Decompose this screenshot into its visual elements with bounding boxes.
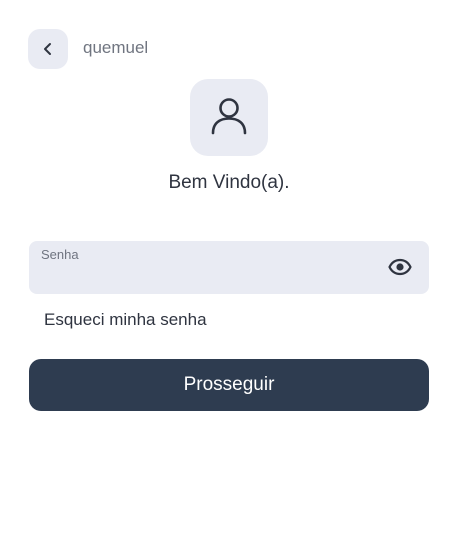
back-button[interactable] (28, 29, 68, 69)
username-label: quemuel (83, 38, 149, 57)
password-input[interactable] (41, 265, 371, 287)
user-icon (207, 93, 251, 142)
eye-icon[interactable] (387, 254, 413, 280)
forgot-password-link[interactable]: Esqueci minha senha (44, 310, 207, 330)
avatar (190, 79, 268, 156)
welcome-message: Bem Vindo(a). (168, 172, 290, 193)
password-label: Senha (41, 247, 79, 262)
chevron-left-icon (41, 42, 55, 56)
continue-button[interactable]: Prosseguir (29, 359, 429, 411)
password-field[interactable]: Senha (29, 241, 429, 294)
login-page: quemuel Bem Vindo(a). Senha Esqueci minh… (0, 0, 464, 543)
